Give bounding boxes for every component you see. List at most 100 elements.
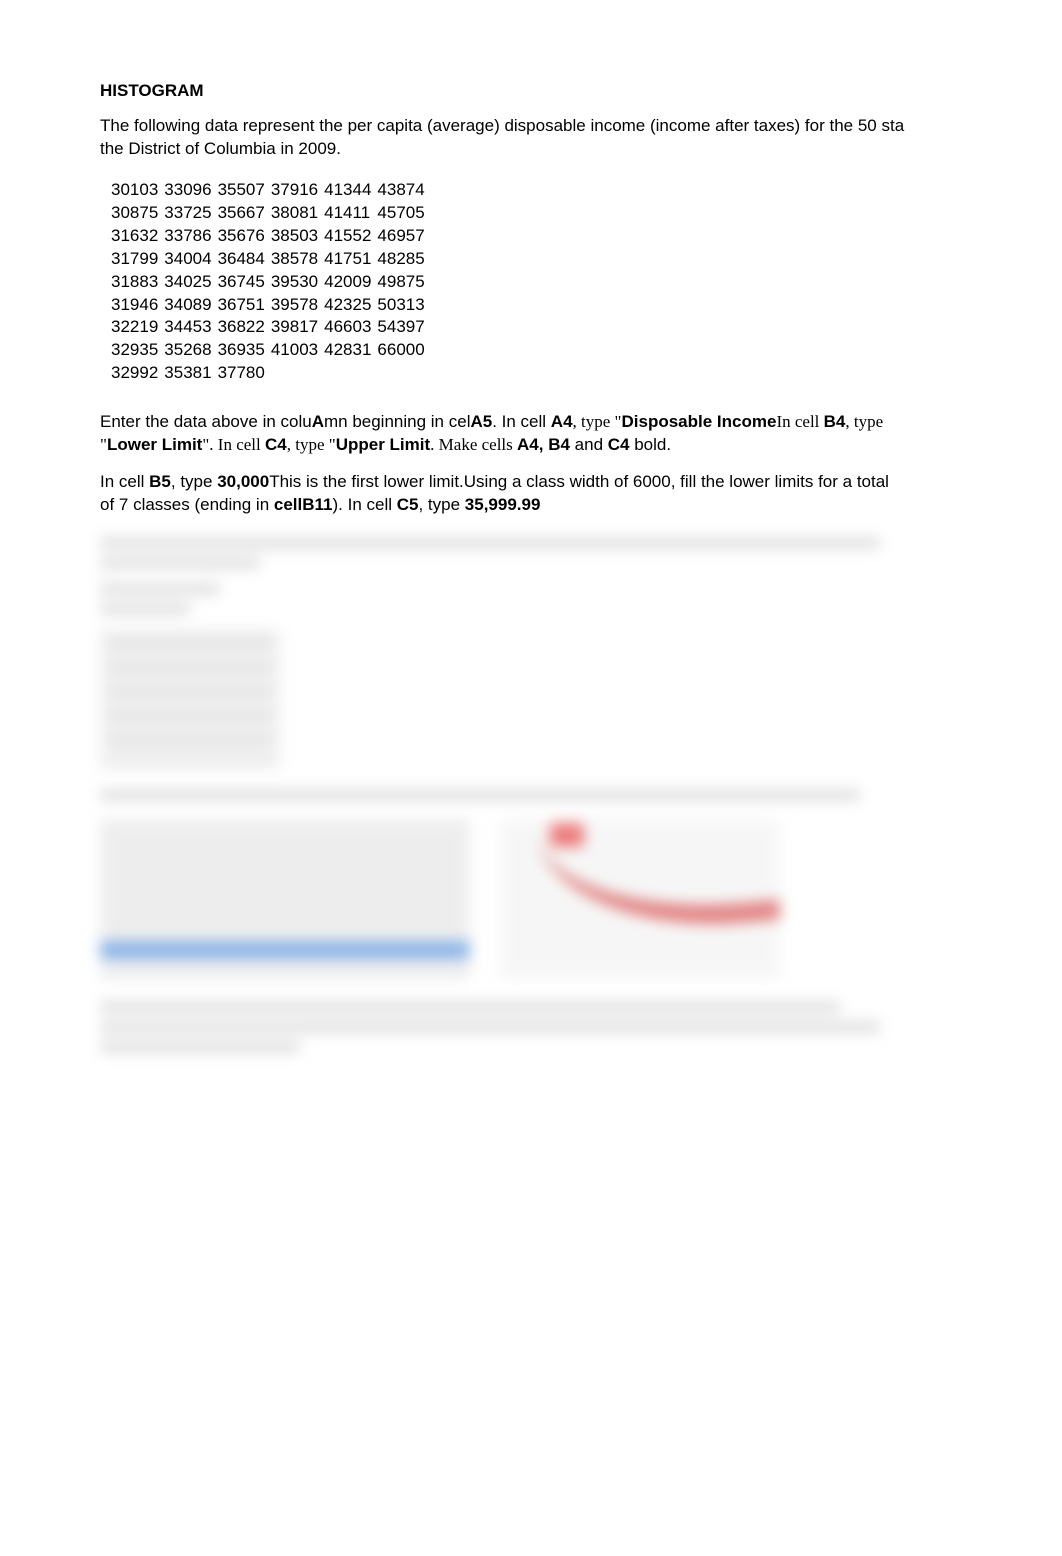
data-cell: 38578 [268, 248, 321, 271]
data-cell: 37916 [268, 179, 321, 202]
data-row: 317993400436484385784175148285 [108, 248, 428, 271]
data-cell: 36751 [215, 294, 268, 317]
paragraph-instructions-1: Enter the data above in coluAmn beginnin… [100, 411, 962, 457]
data-cell [374, 362, 427, 385]
p1-bold: bold. [629, 435, 671, 454]
data-cell: 31799 [108, 248, 161, 271]
data-cell: 35507 [215, 179, 268, 202]
data-cell: 36935 [215, 339, 268, 362]
p1-cellC4: C4 [265, 435, 287, 454]
data-row: 316323378635676385034155246957 [108, 225, 428, 248]
data-cell: 37780 [215, 362, 268, 385]
occluded-content [100, 537, 962, 1053]
occluded-chart [500, 819, 780, 979]
intro-line1: The following data represent the per cap… [100, 116, 904, 135]
p2-type1: , type [171, 472, 217, 491]
p1-cellB4: B4 [824, 412, 846, 431]
p1-colA: A [312, 412, 324, 431]
data-cell: 34025 [161, 271, 214, 294]
p2-val35999: 35,999.99 [465, 495, 541, 514]
p1-type1: , type " [573, 412, 622, 431]
data-cell: 30103 [108, 179, 161, 202]
data-cell: 50313 [374, 294, 427, 317]
p1-cellC4-2: C4 [608, 435, 630, 454]
occluded-dialog [100, 819, 470, 979]
data-cell: 33725 [161, 202, 214, 225]
data-cell: 35268 [161, 339, 214, 362]
data-row: 308753372535667380814141145705 [108, 202, 428, 225]
data-cell: 39817 [268, 316, 321, 339]
data-cell: 41552 [321, 225, 374, 248]
data-cell: 30875 [108, 202, 161, 225]
data-cell: 36484 [215, 248, 268, 271]
data-cell: 54397 [374, 316, 427, 339]
data-cell: 49875 [374, 271, 427, 294]
heading-histogram: HISTOGRAM [100, 80, 962, 103]
data-cell: 31883 [108, 271, 161, 294]
data-row: 301033309635507379164134443874 [108, 179, 428, 202]
data-row: 318833402536745395304200949875 [108, 271, 428, 294]
data-row: 329923538137780 [108, 362, 428, 385]
data-cell: 43874 [374, 179, 427, 202]
occluded-table [100, 629, 280, 769]
data-cell: 46603 [321, 316, 374, 339]
p1-cellsA4B4: A4, B4 [517, 435, 570, 454]
p2-line2b: ). In cell [333, 495, 397, 514]
data-cell: 32219 [108, 316, 161, 339]
p2-cellB5: B5 [149, 472, 171, 491]
p2-cellB11: cell [274, 495, 302, 514]
data-row: 319463408936751395784232550313 [108, 294, 428, 317]
data-cell: 33786 [161, 225, 214, 248]
p1-disposable: Disposable Income [622, 412, 777, 431]
p1-cellA5: A5 [470, 412, 492, 431]
intro-line2: the District of Columbia in 2009. [100, 139, 341, 158]
paragraph-instructions-2: In cell B5, type 30,000This is the first… [100, 471, 962, 517]
p1-mid5: . Make cells [430, 435, 517, 454]
data-cell: 34453 [161, 316, 214, 339]
data-cell: 32992 [108, 362, 161, 385]
data-cell: 32935 [108, 339, 161, 362]
p1-upper: Upper Limit [336, 435, 430, 454]
p2-type2: , type [418, 495, 464, 514]
data-cell: 36745 [215, 271, 268, 294]
p1-and: and [570, 435, 608, 454]
p2-mid1: This is the first lower limit.Using a cl… [269, 472, 889, 491]
p2-cellB11b: B11 [302, 495, 332, 514]
data-cell: 66000 [374, 339, 427, 362]
data-cell: 34089 [161, 294, 214, 317]
data-cell: 38503 [268, 225, 321, 248]
data-cell [321, 362, 374, 385]
p1-type3: , type " [287, 435, 336, 454]
data-cell [268, 362, 321, 385]
data-cell: 42325 [321, 294, 374, 317]
data-cell: 41003 [268, 339, 321, 362]
data-cell: 35381 [161, 362, 214, 385]
data-cell: 41411 [321, 202, 374, 225]
p2-val30000: 30,000 [217, 472, 269, 491]
p2-prefix: In cell [100, 472, 149, 491]
data-table: 3010333096355073791641344438743087533725… [108, 179, 428, 385]
data-cell: 48285 [374, 248, 427, 271]
data-cell: 34004 [161, 248, 214, 271]
p1-cellA4: A4 [551, 412, 573, 431]
data-cell: 41344 [321, 179, 374, 202]
data-cell: 31632 [108, 225, 161, 248]
p1-mid2: . In cell [492, 412, 551, 431]
data-cell: 45705 [374, 202, 427, 225]
p1-type2: , type [845, 412, 883, 431]
p1-mid3: In cell [776, 412, 823, 431]
data-cell: 42831 [321, 339, 374, 362]
data-cell: 35667 [215, 202, 268, 225]
data-cell: 39578 [268, 294, 321, 317]
data-cell: 46957 [374, 225, 427, 248]
p1-mid1: mn beginning in cel [324, 412, 470, 431]
data-cell: 35676 [215, 225, 268, 248]
data-cell: 33096 [161, 179, 214, 202]
data-cell: 31946 [108, 294, 161, 317]
data-cell: 38081 [268, 202, 321, 225]
data-row: 322193445336822398174660354397 [108, 316, 428, 339]
data-cell: 42009 [321, 271, 374, 294]
data-cell: 41751 [321, 248, 374, 271]
p1-prefix: Enter the data above in colu [100, 412, 312, 431]
data-cell: 36822 [215, 316, 268, 339]
